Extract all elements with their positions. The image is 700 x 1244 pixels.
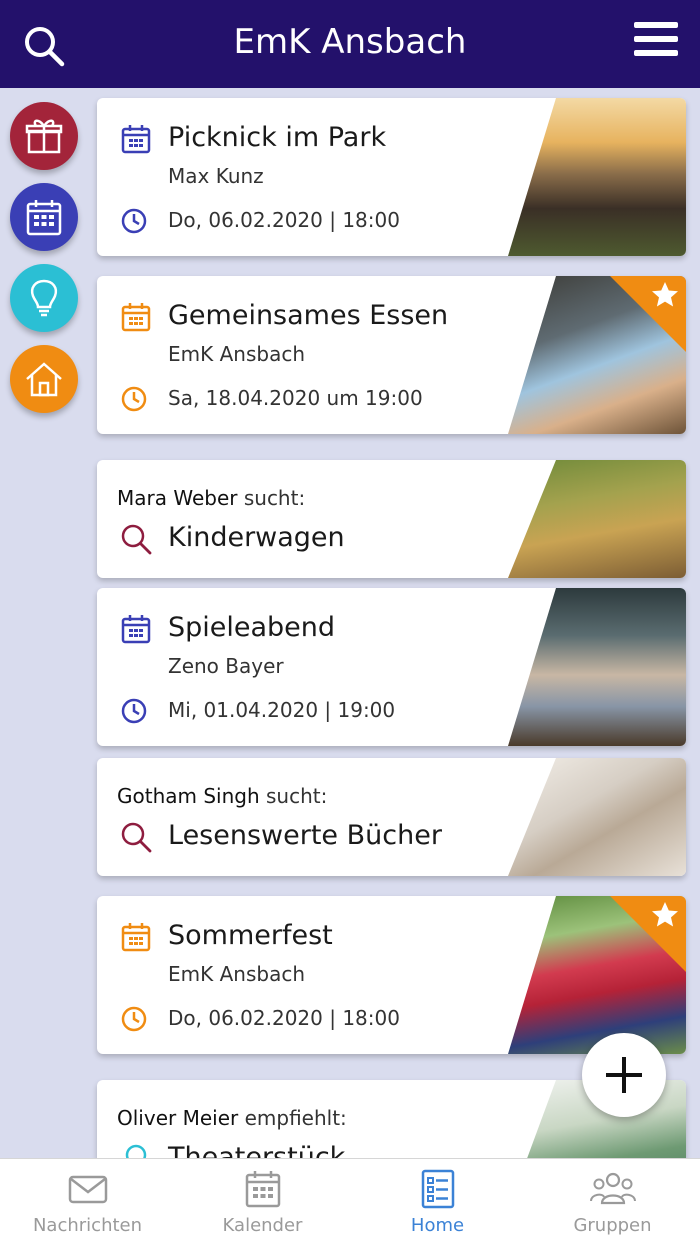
hamburger-menu-icon[interactable] bbox=[632, 20, 680, 60]
search-icon bbox=[121, 822, 152, 853]
calendar-icon bbox=[121, 615, 151, 644]
star-icon bbox=[652, 902, 678, 927]
event-date: Mi, 01.04.2020 | 19:00 bbox=[168, 698, 396, 722]
event-photo bbox=[508, 98, 686, 256]
event-organizer: Max Kunz bbox=[168, 164, 264, 188]
page-title: EmK Ansbach bbox=[233, 22, 467, 62]
home-icon bbox=[26, 362, 62, 397]
calendar-icon bbox=[245, 1171, 281, 1208]
search-verb: sucht: bbox=[243, 486, 306, 510]
event-date: Do, 06.02.2020 | 18:00 bbox=[168, 1006, 400, 1030]
search-photo bbox=[508, 460, 686, 578]
tab-kalender[interactable]: Kalender bbox=[175, 1159, 350, 1244]
event-title: Spieleabend bbox=[168, 612, 336, 643]
tab-gruppen[interactable]: Gruppen bbox=[525, 1159, 700, 1244]
gifts-button[interactable] bbox=[10, 102, 78, 170]
lightbulb-icon bbox=[125, 1144, 147, 1158]
calendar-icon bbox=[121, 923, 151, 952]
ideas-button[interactable] bbox=[10, 264, 78, 332]
tab-home[interactable]: Home bbox=[350, 1159, 525, 1244]
group-icon bbox=[590, 1172, 636, 1205]
search-request-line: Gotham Singh sucht: bbox=[117, 784, 327, 808]
add-button[interactable] bbox=[582, 1033, 666, 1117]
search-item: Lesenswerte Bücher bbox=[168, 820, 442, 851]
recommendation-line: Oliver Meier empfiehlt: bbox=[117, 1106, 347, 1130]
list-icon bbox=[421, 1169, 455, 1209]
event-card[interactable]: Gemeinsames Essen EmK Ansbach Sa, 18.04.… bbox=[97, 276, 686, 434]
event-photo bbox=[508, 588, 686, 746]
recommendation-item: Theaterstück bbox=[168, 1142, 346, 1158]
search-card[interactable]: Mara Weber sucht: Kinderwagen bbox=[97, 460, 686, 578]
search-icon bbox=[121, 524, 152, 555]
lightbulb-icon bbox=[30, 279, 58, 317]
recommend-verb: empfiehlt: bbox=[244, 1106, 347, 1130]
search-photo bbox=[508, 758, 686, 876]
feed[interactable]: Picknick im Park Max Kunz Do, 06.02.2020… bbox=[0, 88, 700, 1158]
tab-label: Kalender bbox=[222, 1215, 303, 1236]
clock-icon bbox=[121, 386, 147, 412]
event-organizer: Zeno Bayer bbox=[168, 654, 284, 678]
user-name: Mara Weber bbox=[117, 486, 238, 510]
user-name: Gotham Singh bbox=[117, 784, 260, 808]
user-name: Oliver Meier bbox=[117, 1106, 239, 1130]
calendar-button[interactable] bbox=[10, 183, 78, 251]
event-card[interactable]: Sommerfest EmK Ansbach Do, 06.02.2020 | … bbox=[97, 896, 686, 1054]
home-button[interactable] bbox=[10, 345, 78, 413]
search-item: Kinderwagen bbox=[168, 522, 345, 553]
tab-nachrichten[interactable]: Nachrichten bbox=[0, 1159, 175, 1244]
app-header: EmK Ansbach bbox=[0, 0, 700, 88]
event-date: Sa, 18.04.2020 um 19:00 bbox=[168, 386, 423, 410]
tab-label: Gruppen bbox=[573, 1215, 652, 1236]
star-icon bbox=[652, 282, 678, 307]
event-organizer: EmK Ansbach bbox=[168, 962, 305, 986]
event-organizer: EmK Ansbach bbox=[168, 342, 305, 366]
clock-icon bbox=[121, 208, 147, 234]
event-title: Picknick im Park bbox=[168, 122, 387, 153]
search-verb: sucht: bbox=[266, 784, 328, 808]
search-request-line: Mara Weber sucht: bbox=[117, 486, 305, 510]
event-title: Gemeinsames Essen bbox=[168, 300, 449, 331]
gift-icon bbox=[25, 119, 63, 154]
event-date: Do, 06.02.2020 | 18:00 bbox=[168, 208, 400, 232]
clock-icon bbox=[121, 1006, 147, 1032]
event-card[interactable]: Picknick im Park Max Kunz Do, 06.02.2020… bbox=[97, 98, 686, 256]
clock-icon bbox=[121, 698, 147, 724]
tab-label: Home bbox=[410, 1215, 465, 1236]
event-title: Sommerfest bbox=[168, 920, 333, 951]
tab-bar: Nachrichten Kalender Home Gruppen bbox=[0, 1158, 700, 1244]
plus-icon bbox=[606, 1057, 642, 1093]
event-card[interactable]: Spieleabend Zeno Bayer Mi, 01.04.2020 | … bbox=[97, 588, 686, 746]
envelope-icon bbox=[68, 1175, 108, 1204]
calendar-icon bbox=[121, 125, 151, 154]
calendar-icon bbox=[26, 200, 62, 236]
search-card[interactable]: Gotham Singh sucht: Lesenswerte Bücher bbox=[97, 758, 686, 876]
calendar-icon bbox=[121, 303, 151, 332]
tab-label: Nachrichten bbox=[32, 1215, 143, 1236]
